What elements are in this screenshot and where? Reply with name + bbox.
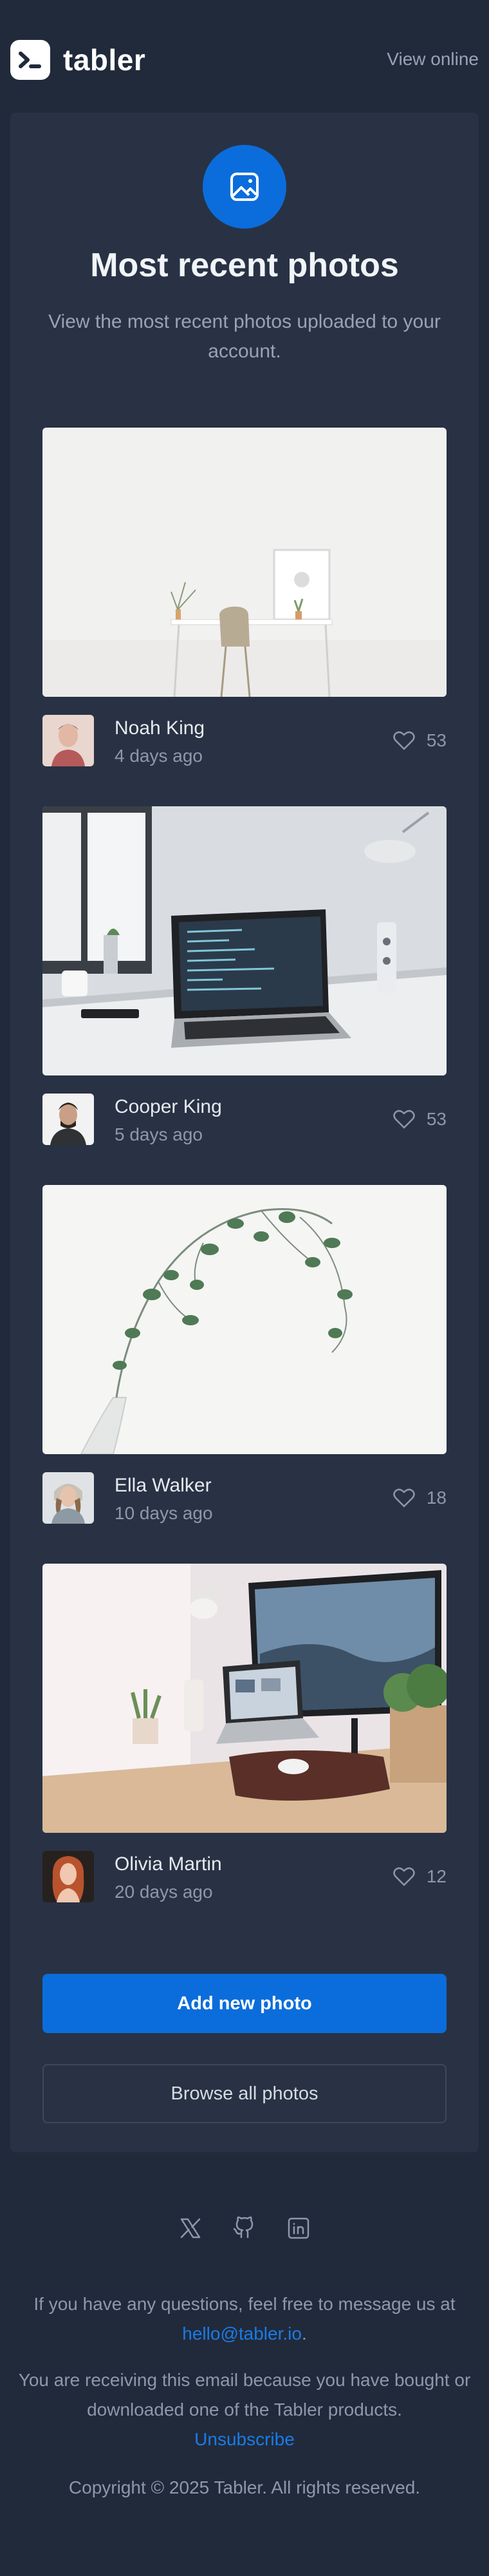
heart-icon: [393, 1110, 415, 1129]
photo-image[interactable]: [42, 806, 447, 1075]
like-button[interactable]: 18: [393, 1488, 447, 1508]
photo-image[interactable]: [42, 428, 447, 697]
heart-icon: [393, 1488, 415, 1508]
photo-author: Ella Walker: [115, 1475, 212, 1496]
contact-suffix: .: [301, 2324, 307, 2344]
like-count: 18: [426, 1488, 447, 1508]
photo-time: 20 days ago: [115, 1882, 213, 1902]
photo-image[interactable]: [42, 1185, 447, 1454]
like-button[interactable]: 53: [393, 730, 447, 751]
photo-author: Olivia Martin: [115, 1853, 222, 1875]
avatar[interactable]: [42, 1472, 94, 1524]
heart-icon: [393, 1867, 415, 1886]
github-icon[interactable]: [232, 2215, 257, 2241]
avatar[interactable]: [42, 1851, 94, 1902]
x-icon[interactable]: [178, 2215, 203, 2241]
linkedin-icon[interactable]: [286, 2215, 311, 2241]
photo-meta: Olivia Martin 20 days ago 12: [42, 1850, 447, 1904]
contact-note: If you have any questions, feel free to …: [13, 2289, 476, 2349]
brand-logo[interactable]: tabler: [10, 40, 145, 80]
photo-time: 4 days ago: [115, 746, 203, 766]
notice-text: You are receiving this email because you…: [18, 2370, 471, 2420]
main-card: Most recent photos View the most recent …: [10, 113, 479, 2152]
photo-image[interactable]: [42, 1564, 447, 1833]
like-button[interactable]: 53: [393, 1109, 447, 1130]
contact-email-link[interactable]: hello@tabler.io: [182, 2324, 302, 2344]
photo-author: Noah King: [115, 717, 205, 739]
image-icon: [203, 145, 286, 229]
photo-author: Cooper King: [115, 1096, 222, 1117]
photo-time: 10 days ago: [115, 1503, 213, 1523]
brand-name: tabler: [63, 43, 146, 77]
like-count: 53: [426, 730, 447, 750]
like-button[interactable]: 12: [393, 1866, 447, 1887]
tabler-logo-icon: [10, 40, 50, 80]
photo-meta: Ella Walker 10 days ago 18: [42, 1471, 447, 1525]
avatar[interactable]: [42, 1094, 94, 1145]
contact-text: If you have any questions, feel free to …: [33, 2294, 456, 2314]
page-subtitle: View the most recent photos uploaded to …: [48, 311, 441, 362]
browse-all-photos-button[interactable]: Browse all photos: [42, 2064, 447, 2123]
like-count: 12: [426, 1866, 447, 1886]
page-title: Most recent photos: [90, 247, 399, 284]
photo-meta: Cooper King 5 days ago 53: [42, 1092, 447, 1146]
copyright: Copyright © 2025 Tabler. All rights rese…: [68, 2477, 421, 2497]
like-count: 53: [426, 1109, 447, 1129]
unsubscribe-link[interactable]: Unsubscribe: [194, 2429, 295, 2449]
add-new-photo-button[interactable]: Add new photo: [42, 1974, 447, 2033]
photo-meta: Noah King 4 days ago 53: [42, 714, 447, 768]
email-header: tabler View online: [0, 0, 489, 113]
view-online-link[interactable]: View online: [387, 49, 479, 70]
avatar[interactable]: [42, 715, 94, 766]
social-links: [0, 2215, 489, 2241]
photo-time: 5 days ago: [115, 1124, 203, 1144]
subscription-notice: You are receiving this email because you…: [13, 2365, 476, 2454]
heart-icon: [393, 731, 415, 750]
